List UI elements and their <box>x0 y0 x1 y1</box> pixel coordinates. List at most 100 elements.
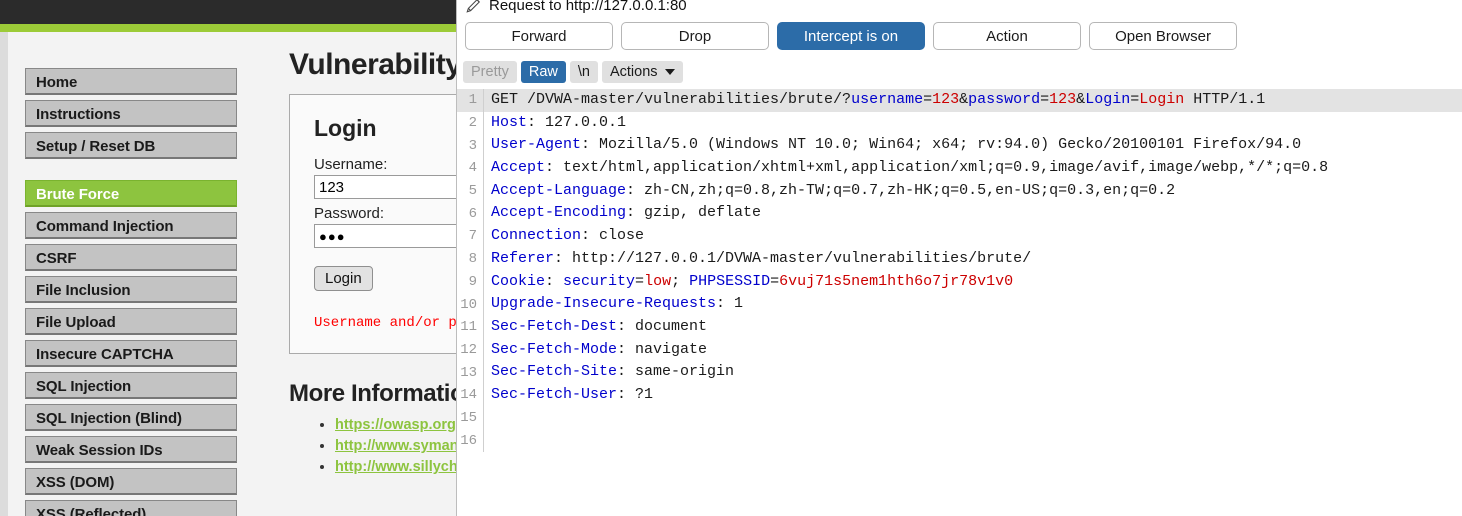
request-line: 5 Accept-Language: zh-CN,zh;q=0.8,zh-TW;q… <box>457 179 1462 203</box>
login-submit-button[interactable]: Login <box>314 266 373 291</box>
code-token: Sec-Fetch-User <box>491 385 618 403</box>
request-line: 11 Sec-Fetch-Dest: document <box>457 315 1462 339</box>
code-token: : document <box>617 317 708 335</box>
code-token: Accept-Encoding <box>491 204 627 222</box>
request-line: 13 Sec-Fetch-Site: same-origin <box>457 361 1462 384</box>
tab-raw[interactable]: Raw <box>520 61 566 83</box>
code-token: 6vuj71s5nem1hth6o7jr78v1v0 <box>779 272 1014 290</box>
request-line-text[interactable]: Connection: close <box>483 225 1462 248</box>
code-token: Cookie <box>491 272 546 290</box>
intercept-is-on-button[interactable]: Intercept is on <box>777 22 925 50</box>
code-token: Referer <box>491 249 555 267</box>
code-token: = <box>770 272 780 290</box>
sidebar-item-xss-reflected[interactable]: XSS (Reflected) <box>25 500 237 516</box>
code-token: User-Agent <box>491 136 582 154</box>
forward-button[interactable]: Forward <box>465 22 613 50</box>
code-token: low <box>644 272 672 290</box>
actions-dropdown[interactable]: Actions <box>601 61 683 83</box>
code-token: : Mozilla/5.0 (Windows NT 10.0; Win64; x… <box>581 136 1302 154</box>
code-token: : same-origin <box>617 363 735 381</box>
request-line-text[interactable]: Host: 127.0.0.1 <box>483 111 1462 135</box>
burp-view-toolbar: Pretty Raw \n Actions <box>457 58 1462 88</box>
sidebar-item-command-injection[interactable]: Command Injection <box>25 212 237 239</box>
tab-newline[interactable]: \n <box>569 61 598 83</box>
code-token: : close <box>581 227 645 245</box>
code-token: Connection <box>491 227 582 245</box>
drop-button[interactable]: Drop <box>621 22 769 50</box>
code-token: : zh-CN,zh;q=0.8,zh-TW;q=0.7,zh-HK;q=0.5… <box>626 181 1176 199</box>
code-token: : text/html,application/xhtml+xml,applic… <box>545 159 1329 177</box>
code-token: & <box>959 91 969 108</box>
request-line-text[interactable]: Upgrade-Insecure-Requests: 1 <box>483 293 1462 316</box>
code-token: PHPSESSID <box>689 272 771 290</box>
request-line: 14 Sec-Fetch-User: ?1 <box>457 383 1462 407</box>
line-number: 9 <box>468 273 477 290</box>
code-token: : 1 <box>716 295 744 313</box>
sidebar-item-file-inclusion[interactable]: File Inclusion <box>25 276 237 303</box>
code-token: : <box>545 272 564 290</box>
request-line-text[interactable]: Accept-Language: zh-CN,zh;q=0.8,zh-TW;q=… <box>483 179 1462 203</box>
sidebar-item-csrf[interactable]: CSRF <box>25 244 237 271</box>
open-browser-button[interactable]: Open Browser <box>1089 22 1237 50</box>
request-line-text[interactable] <box>483 429 1462 452</box>
request-line-text[interactable]: Accept: text/html,application/xhtml+xml,… <box>483 157 1462 180</box>
sidebar-item-setup-reset-db[interactable]: Setup / Reset DB <box>25 132 237 159</box>
request-line-text[interactable]: GET /DVWA-master/vulnerabilities/brute/?… <box>483 89 1462 112</box>
request-line: 8 Referer: http://127.0.0.1/DVWA-master/v… <box>457 247 1462 271</box>
request-line-text[interactable]: Sec-Fetch-Site: same-origin <box>483 361 1462 384</box>
sidebar-item-instructions[interactable]: Instructions <box>25 100 237 127</box>
request-line-text[interactable]: Sec-Fetch-Mode: navigate <box>483 338 1462 362</box>
sidebar-item-sql-injection-blind[interactable]: SQL Injection (Blind) <box>25 404 237 431</box>
request-line-text[interactable]: User-Agent: Mozilla/5.0 (Windows NT 10.0… <box>483 134 1462 158</box>
line-number: 14 <box>460 387 477 404</box>
code-token: username <box>851 91 924 108</box>
request-line: 10 Upgrade-Insecure-Requests: 1 <box>457 293 1462 316</box>
sidebar-item-weak-session-ids[interactable]: Weak Session IDs <box>25 436 237 463</box>
sidebar-item-insecure-captcha[interactable]: Insecure CAPTCHA <box>25 340 237 367</box>
code-token: Accept-Language <box>491 181 627 199</box>
burp-panel-title-text: Request to http://127.0.0.1:80 <box>489 0 687 14</box>
line-number: 5 <box>468 183 477 200</box>
code-token: Sec-Fetch-Dest <box>491 317 618 335</box>
code-token: = <box>923 91 933 108</box>
code-token: security <box>563 272 636 290</box>
code-token: : navigate <box>617 340 708 358</box>
sidebar-item-sql-injection[interactable]: SQL Injection <box>25 372 237 399</box>
request-line-text[interactable] <box>483 406 1462 430</box>
request-editor[interactable]: 1 GET /DVWA-master/vulnerabilities/brute/… <box>457 88 1462 509</box>
screenshot-root: Home Instructions Setup / Reset DB Brute Fo… <box>0 0 1462 516</box>
request-line-text[interactable]: Sec-Fetch-Dest: document <box>483 315 1462 339</box>
code-token: : ?1 <box>617 385 654 403</box>
pencil-icon <box>466 0 480 13</box>
request-line-text[interactable]: Cookie: security=low; PHPSESSID=6vuj71s5… <box>483 270 1462 294</box>
line-number: 15 <box>460 409 477 426</box>
sidebar-item-xss-dom[interactable]: XSS (DOM) <box>25 468 237 495</box>
request-line: 9 Cookie: security=low; PHPSESSID=6vuj71s… <box>457 270 1462 294</box>
line-number: 10 <box>460 296 477 313</box>
request-line-text[interactable]: Sec-Fetch-User: ?1 <box>483 383 1462 407</box>
code-token: & <box>1076 91 1086 108</box>
request-line: 2 Host: 127.0.0.1 <box>457 111 1462 135</box>
sidebar-item-home[interactable]: Home <box>25 68 237 95</box>
line-number: 11 <box>460 319 477 336</box>
code-token: : 127.0.0.1 <box>527 113 627 131</box>
burp-panel-title: Request to http://127.0.0.1:80 <box>457 0 1462 18</box>
code-token: Sec-Fetch-Mode <box>491 340 618 358</box>
tab-pretty[interactable]: Pretty <box>463 61 517 83</box>
action-button[interactable]: Action <box>933 22 1081 50</box>
line-number: 12 <box>460 341 477 358</box>
line-number: 7 <box>468 228 477 245</box>
request-line-text[interactable]: Accept-Encoding: gzip, deflate <box>483 202 1462 226</box>
code-token: Login <box>1139 91 1185 108</box>
code-token: = <box>1040 91 1050 108</box>
line-number: 3 <box>468 137 477 154</box>
request-line: 7 Connection: close <box>457 225 1462 248</box>
line-number: 2 <box>468 115 477 132</box>
request-line: 1 GET /DVWA-master/vulnerabilities/brute/… <box>457 89 1462 112</box>
request-line: 4 Accept: text/html,application/xhtml+xml… <box>457 157 1462 180</box>
code-token: HTTP/1.1 <box>1184 91 1266 108</box>
actions-label: Actions <box>609 64 658 80</box>
sidebar-item-file-upload[interactable]: File Upload <box>25 308 237 335</box>
sidebar-item-brute-force[interactable]: Brute Force <box>25 180 237 207</box>
request-line-text[interactable]: Referer: http://127.0.0.1/DVWA-master/vu… <box>483 247 1462 271</box>
